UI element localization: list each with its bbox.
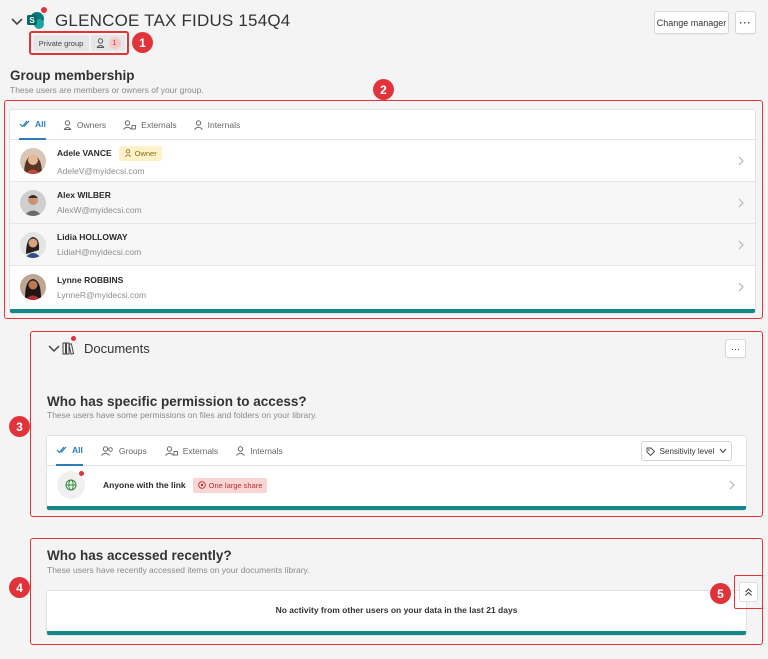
chevron-right-icon bbox=[729, 480, 735, 490]
link-share-row[interactable]: Anyone with the link One large share bbox=[47, 466, 746, 504]
library-icon bbox=[62, 342, 75, 355]
permission-subtitle: These users have some permissions on fil… bbox=[47, 410, 318, 420]
tab-label: All bbox=[35, 118, 46, 129]
member-name: Alex WILBER bbox=[57, 190, 111, 200]
collapse-chevron-icon[interactable] bbox=[10, 14, 24, 28]
owner-count-badge: 1 bbox=[108, 37, 121, 49]
link-share-label: Anyone with the link bbox=[103, 480, 186, 490]
chevron-right-icon bbox=[738, 240, 744, 250]
member-name: Lynne ROBBINS bbox=[57, 274, 124, 285]
more-options-button[interactable]: ··· bbox=[735, 11, 756, 34]
recent-title: Who has accessed recently? bbox=[47, 548, 232, 563]
member-email: LynneR@myidecsi.com bbox=[57, 289, 147, 300]
check-all-icon bbox=[56, 446, 67, 454]
member-email: AdeleV@myidecsi.com bbox=[57, 165, 145, 176]
tab-internals[interactable]: Internals bbox=[193, 110, 241, 140]
avatar bbox=[20, 189, 46, 216]
card-footer-bar bbox=[47, 506, 746, 510]
large-share-label: One large share bbox=[208, 480, 263, 490]
globe-icon bbox=[65, 479, 77, 491]
membership-tabs: All Owners Externals Internals bbox=[10, 110, 755, 140]
external-users-icon bbox=[123, 119, 137, 130]
svg-text:S: S bbox=[29, 16, 35, 25]
annotation-marker-2: 2 bbox=[373, 79, 394, 100]
tab-label: Owners bbox=[76, 119, 107, 130]
tab-groups[interactable]: Groups bbox=[101, 436, 147, 466]
notification-dot bbox=[71, 336, 76, 341]
tab-label: All bbox=[72, 444, 83, 455]
change-manager-button[interactable]: Change manager bbox=[654, 11, 729, 34]
tab-internals[interactable]: Internals bbox=[236, 436, 283, 466]
owner-icon bbox=[124, 149, 131, 157]
notification-dot bbox=[79, 471, 84, 476]
member-name: Lidia HOLLOWAY bbox=[57, 232, 128, 242]
card-footer-bar bbox=[47, 631, 746, 635]
user-icon bbox=[193, 119, 203, 130]
owner-count-chip[interactable]: 1 bbox=[91, 35, 125, 51]
membership-card: All Owners Externals Internals Adele VAN… bbox=[9, 109, 756, 314]
sensitivity-level-dropdown[interactable]: Sensitivity level bbox=[641, 441, 732, 461]
member-email: AlexW@myidecsi.com bbox=[57, 205, 142, 215]
user-icon bbox=[236, 445, 246, 456]
recent-activity-card: No activity from other users on your dat… bbox=[46, 590, 747, 636]
chevron-down-icon bbox=[719, 448, 727, 454]
chevron-right-icon bbox=[738, 198, 744, 208]
tab-label: Internals bbox=[250, 445, 283, 456]
recent-subtitle: These users have recently accessed items… bbox=[47, 565, 310, 575]
empty-activity-message: No activity from other users on your dat… bbox=[275, 605, 518, 615]
double-chevron-up-icon bbox=[745, 588, 752, 596]
tab-label: Externals bbox=[141, 119, 177, 130]
membership-subtitle: These users are members or owners of you… bbox=[10, 85, 204, 95]
annotation-marker-4: 4 bbox=[9, 577, 30, 598]
member-name: Adele VANCE bbox=[57, 148, 112, 158]
member-row[interactable]: Adele VANCE Owner AdeleV@myidecsi.com bbox=[10, 140, 755, 182]
external-users-icon bbox=[164, 445, 178, 456]
member-row[interactable]: Alex WILBER AlexW@myidecsi.com bbox=[10, 182, 755, 224]
chevron-right-icon bbox=[738, 156, 744, 166]
annotation-marker-1: 1 bbox=[132, 32, 153, 53]
card-footer-bar bbox=[10, 309, 755, 313]
check-all-icon bbox=[19, 120, 30, 128]
sensitivity-label: Sensitivity level bbox=[659, 446, 715, 456]
annotation-marker-5: 5 bbox=[710, 583, 731, 604]
member-row[interactable]: Lynne ROBBINS LynneR@myidecsi.com bbox=[10, 266, 755, 308]
warning-circle-icon bbox=[197, 481, 206, 489]
scroll-to-top-button[interactable] bbox=[739, 582, 758, 602]
owner-icon bbox=[96, 38, 104, 48]
sharepoint-icon: S bbox=[27, 12, 44, 29]
notification-dot bbox=[41, 7, 47, 13]
documents-more-button[interactable]: ··· bbox=[725, 339, 746, 358]
tab-label: Internals bbox=[207, 119, 241, 130]
chevron-right-icon bbox=[738, 282, 744, 292]
tab-externals[interactable]: Externals bbox=[164, 436, 219, 466]
owner-badge-label: Owner bbox=[134, 148, 157, 158]
tab-externals[interactable]: Externals bbox=[123, 110, 177, 140]
member-email: LidiaH@myidecsi.com bbox=[57, 247, 142, 257]
annotation-marker-3: 3 bbox=[9, 416, 30, 437]
permission-title: Who has specific permission to access? bbox=[47, 394, 307, 409]
tab-label: Externals bbox=[182, 445, 219, 456]
tab-owners[interactable]: Owners bbox=[63, 110, 106, 140]
owner-icon bbox=[63, 119, 72, 130]
permissions-card: All Groups Externals Internals Sensitivi… bbox=[46, 435, 747, 511]
collapse-chevron-icon[interactable] bbox=[48, 344, 60, 354]
large-share-badge: One large share bbox=[192, 477, 268, 493]
avatar bbox=[20, 231, 46, 258]
globe-avatar bbox=[57, 471, 85, 499]
owner-badge: Owner bbox=[118, 145, 162, 161]
tab-all[interactable]: All bbox=[56, 436, 83, 466]
member-row[interactable]: Lidia HOLLOWAY LidiaH@myidecsi.com bbox=[10, 224, 755, 266]
tab-label: Groups bbox=[118, 445, 147, 456]
group-icon bbox=[101, 445, 113, 456]
page-title: GLENCOE TAX FIDUS 154Q4 bbox=[55, 11, 291, 30]
tag-icon bbox=[646, 447, 655, 456]
avatar bbox=[20, 147, 46, 174]
avatar bbox=[20, 274, 46, 300]
documents-title: Documents bbox=[84, 341, 150, 356]
private-group-chip: Private group bbox=[33, 35, 89, 51]
membership-title: Group membership bbox=[10, 68, 135, 83]
tab-all[interactable]: All bbox=[19, 110, 46, 140]
